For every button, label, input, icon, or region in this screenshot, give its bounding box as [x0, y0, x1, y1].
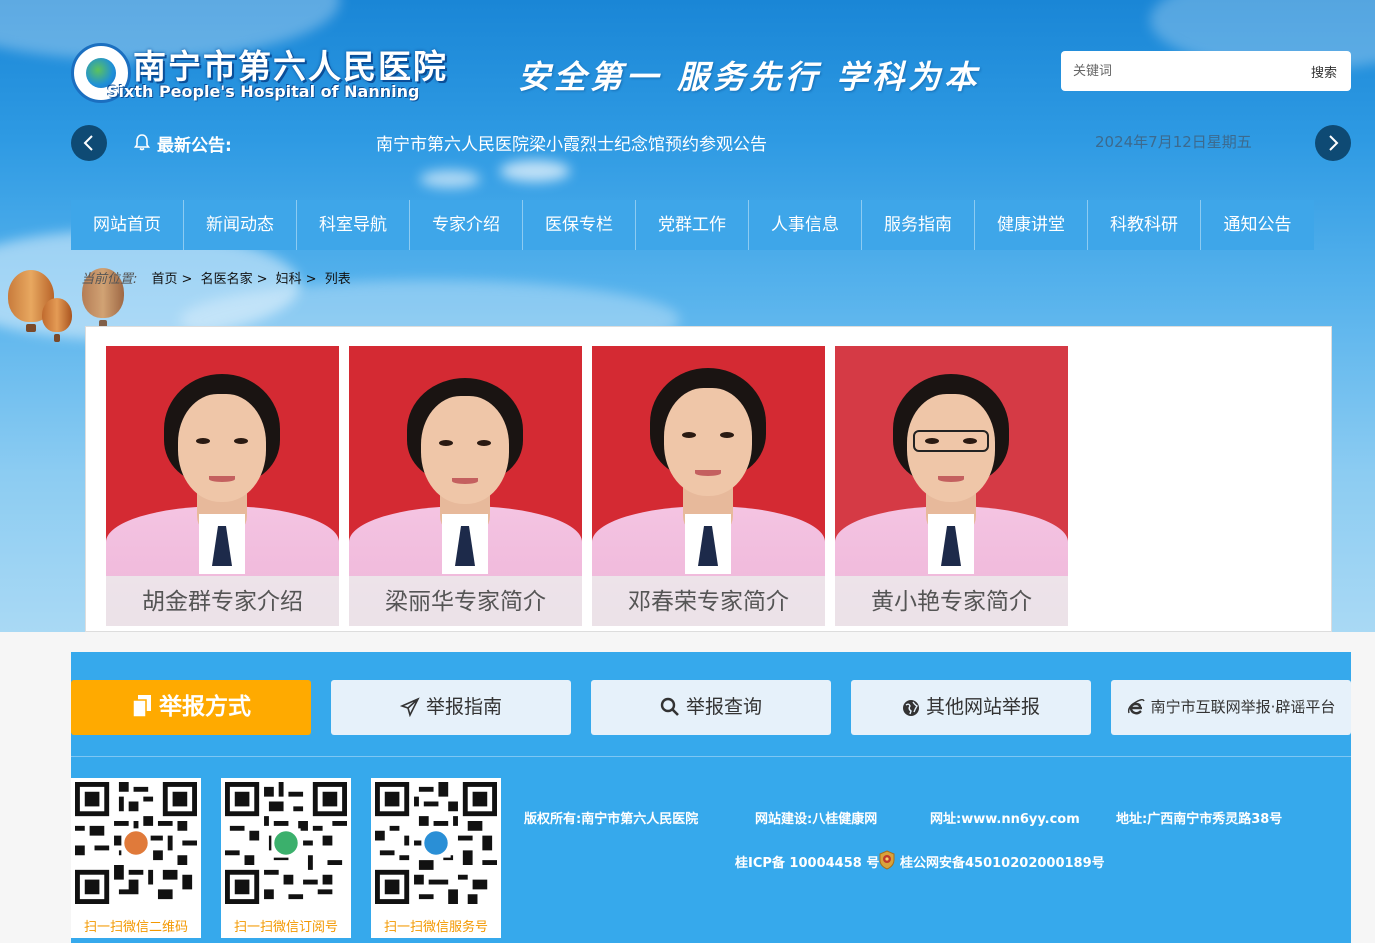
nav-item-departments[interactable]: 科室导航	[297, 200, 410, 250]
breadcrumb: 当前位置: 首页 > 名医名家 > 妇科 > 列表	[81, 272, 351, 287]
report-guide-button[interactable]: 举报指南	[331, 680, 571, 735]
current-date: 2024年7月12日星期五	[1095, 133, 1252, 151]
expert-caption[interactable]: 胡金群专家介绍	[106, 576, 339, 626]
nav-item-health-lecture[interactable]: 健康讲堂	[975, 200, 1088, 250]
footer-icp-link[interactable]: 桂ICP备 10004458 号	[735, 852, 879, 871]
ie-browser-icon	[1127, 699, 1145, 715]
footer-police-record-link[interactable]: 桂公网安备45010202000189号	[900, 852, 1105, 871]
cloud-decoration	[500, 160, 570, 182]
balloon-decoration	[42, 298, 72, 342]
expert-card[interactable]: 黄小艳专家简介	[835, 346, 1068, 626]
search-button[interactable]: 搜索	[1311, 62, 1337, 81]
nav-item-announcements[interactable]: 通知公告	[1201, 200, 1314, 250]
footer-website[interactable]: 网址:www.nn6yy.com	[930, 808, 1080, 827]
chevron-left-icon	[83, 135, 93, 151]
search-box: 搜索	[1061, 51, 1351, 91]
report-guide-label: 举报指南	[425, 696, 502, 718]
expert-caption[interactable]: 邓春荣专家简介	[592, 576, 825, 626]
police-badge-icon	[879, 850, 895, 870]
search-input[interactable]	[1073, 60, 1293, 82]
notice-link[interactable]: 南宁市第六人民医院梁小霞烈士纪念馆预约参观公告	[376, 130, 767, 155]
qr-caption: 扫一扫微信服务号	[383, 920, 488, 935]
hospital-logo[interactable]: 南宁市第六人民医院 Sixth People's Hospital of Nan…	[71, 40, 451, 106]
glasses-decoration	[913, 430, 989, 452]
notice-next-button[interactable]	[1315, 125, 1351, 161]
chevron-right-icon	[1329, 135, 1339, 151]
qr-caption: 扫一扫微信订阅号	[233, 920, 338, 935]
site-footer: 举报方式 举报指南 举报查询 其他网站举报 南宁市互联网举报·辟谣平台 扫一扫微…	[71, 652, 1351, 943]
breadcrumb-gynecology[interactable]: 妇科	[276, 272, 302, 287]
notice-prev-button[interactable]	[71, 125, 107, 161]
expert-card[interactable]: 邓春荣专家简介	[592, 346, 825, 626]
nav-item-home[interactable]: 网站首页	[71, 200, 184, 250]
expert-card[interactable]: 梁丽华专家简介	[349, 346, 582, 626]
expert-caption[interactable]: 黄小艳专家简介	[835, 576, 1068, 626]
report-methods-label: 举报方式	[159, 694, 251, 720]
qr-card: 扫一扫微信订阅号	[221, 778, 351, 938]
qr-code-image	[375, 782, 497, 904]
report-query-button[interactable]: 举报查询	[591, 680, 831, 735]
expert-card[interactable]: 胡金群专家介绍	[106, 346, 339, 626]
qr-code-image	[75, 782, 197, 904]
footer-divider	[71, 756, 1351, 757]
logo-english-name: Sixth People's Hospital of Nanning	[107, 82, 420, 101]
other-site-report-label: 其他网站举报	[925, 696, 1040, 718]
expert-list-panel: 胡金群专家介绍 梁丽华专家简介 邓春荣专家简介 黄小艳专家简介	[85, 326, 1332, 632]
document-copy-icon	[132, 695, 151, 718]
qr-caption: 扫一扫微信二维码	[83, 920, 188, 935]
footer-builder-link[interactable]: 网站建设:八桂健康网	[755, 808, 877, 827]
search-icon	[660, 697, 679, 716]
notice-label: 最新公告:	[157, 136, 232, 156]
nav-item-personnel[interactable]: 人事信息	[749, 200, 862, 250]
bell-icon	[134, 134, 150, 151]
rumor-platform-label: 南宁市互联网举报·辟谣平台	[1150, 698, 1336, 716]
nav-item-research[interactable]: 科教科研	[1088, 200, 1201, 250]
other-site-report-button[interactable]: 其他网站举报	[851, 680, 1091, 735]
nav-item-news[interactable]: 新闻动态	[184, 200, 297, 250]
rumor-platform-button[interactable]: 南宁市互联网举报·辟谣平台	[1111, 680, 1351, 735]
nav-item-service-guide[interactable]: 服务指南	[862, 200, 975, 250]
qr-card: 扫一扫微信二维码	[71, 778, 201, 938]
qr-code-image	[225, 782, 347, 904]
breadcrumb-label: 当前位置:	[81, 272, 138, 287]
globe-icon	[902, 700, 919, 716]
nav-item-party[interactable]: 党群工作	[636, 200, 749, 250]
paper-plane-icon	[399, 697, 420, 718]
nav-item-experts[interactable]: 专家介绍	[410, 200, 523, 250]
breadcrumb-list[interactable]: 列表	[325, 272, 351, 287]
breadcrumb-famous-doctors[interactable]: 名医名家	[201, 272, 253, 287]
logo-chinese-name: 南宁市第六人民医院	[133, 47, 448, 86]
report-query-label: 举报查询	[685, 696, 762, 718]
main-navigation: 网站首页 新闻动态 科室导航 专家介绍 医保专栏 党群工作 人事信息 服务指南 …	[71, 200, 1314, 250]
footer-address: 地址:广西南宁市秀灵路38号	[1116, 812, 1283, 827]
hospital-slogan: 安全第一 服务先行 学科为本	[518, 58, 981, 96]
expert-caption[interactable]: 梁丽华专家简介	[349, 576, 582, 626]
breadcrumb-home[interactable]: 首页	[152, 272, 178, 287]
cloud-decoration	[420, 170, 480, 188]
report-methods-button[interactable]: 举报方式	[71, 680, 311, 735]
footer-copyright: 版权所有:南宁市第六人民医院	[524, 812, 699, 827]
nav-item-insurance[interactable]: 医保专栏	[523, 200, 636, 250]
qr-card: 扫一扫微信服务号	[371, 778, 501, 938]
